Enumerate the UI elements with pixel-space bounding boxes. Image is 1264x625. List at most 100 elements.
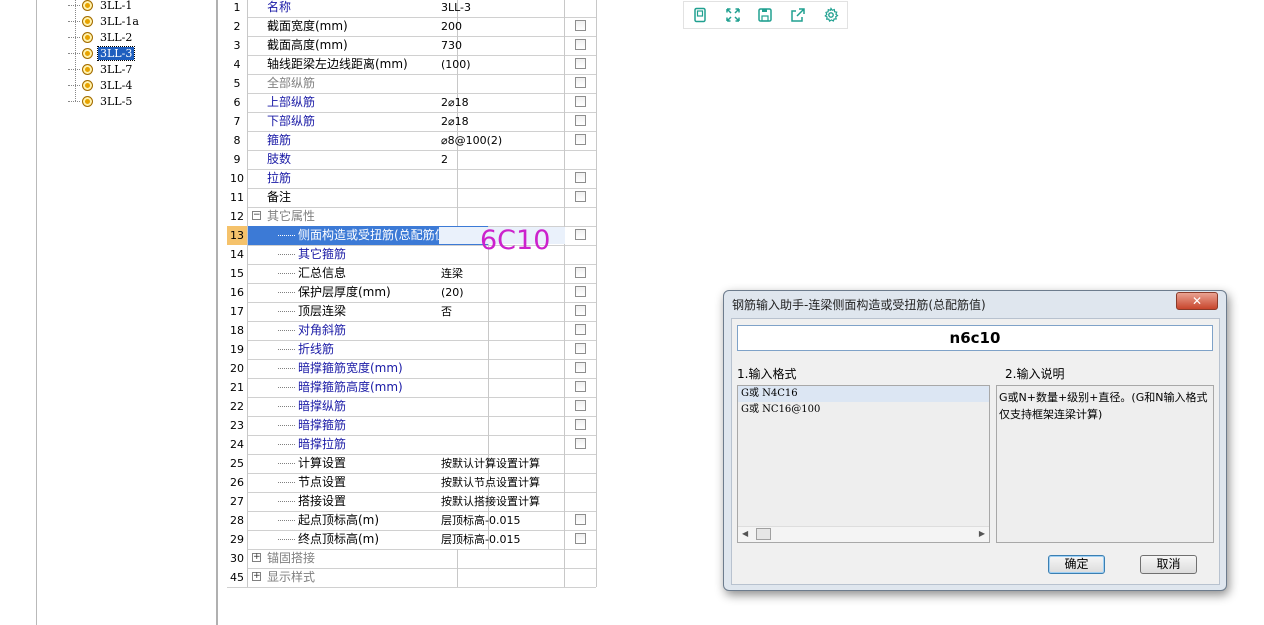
row-checkbox[interactable] bbox=[575, 96, 586, 107]
format-item[interactable]: G或 N4C16 bbox=[738, 386, 989, 402]
tree-item[interactable]: 3LL-1a bbox=[68, 14, 141, 29]
fullscreen-icon[interactable] bbox=[724, 6, 742, 24]
property-row[interactable]: 18 对角斜筋 bbox=[227, 321, 597, 341]
collapse-icon[interactable]: − bbox=[252, 211, 261, 220]
property-value[interactable] bbox=[439, 416, 565, 435]
row-checkbox[interactable] bbox=[575, 229, 586, 240]
property-row[interactable]: 27 搭接设置 按默认搭接设置计算 bbox=[227, 492, 597, 512]
property-value[interactable] bbox=[439, 321, 565, 340]
property-value[interactable]: 3LL-3 bbox=[439, 0, 565, 17]
property-name[interactable]: 上部纵筋 bbox=[248, 93, 458, 112]
share-icon[interactable] bbox=[789, 6, 807, 24]
tree-item[interactable]: 3LL-4 bbox=[68, 78, 134, 93]
property-value[interactable]: 层顶标高-0.015 bbox=[439, 530, 565, 549]
row-checkbox[interactable] bbox=[575, 134, 586, 145]
property-value[interactable] bbox=[439, 397, 565, 416]
property-name[interactable]: 肢数 bbox=[248, 150, 458, 169]
property-name[interactable]: 拉筋 bbox=[248, 169, 458, 188]
property-row[interactable]: 22 暗撑纵筋 bbox=[227, 397, 597, 417]
property-row[interactable]: 28 起点顶标高(m) 层顶标高-0.015 bbox=[227, 511, 597, 531]
tree-item[interactable]: 3LL-2 bbox=[68, 30, 134, 45]
tree-item[interactable]: 3LL-3 bbox=[68, 46, 136, 61]
page-icon[interactable] bbox=[691, 6, 709, 24]
panel-splitter[interactable] bbox=[216, 0, 218, 625]
tree-item[interactable]: 3LL-1 bbox=[68, 0, 134, 13]
property-value[interactable] bbox=[439, 74, 565, 93]
property-row[interactable]: 21 暗撑箍筋高度(mm) bbox=[227, 378, 597, 398]
property-name[interactable]: − 其它属性 bbox=[248, 207, 458, 226]
ok-button[interactable]: 确定 bbox=[1048, 555, 1105, 574]
close-button[interactable]: ✕ bbox=[1176, 292, 1218, 310]
rebar-input-field[interactable]: n6c10 bbox=[737, 325, 1213, 351]
row-checkbox[interactable] bbox=[575, 324, 586, 335]
property-value[interactable]: (100) bbox=[439, 55, 565, 74]
property-row[interactable]: 2 截面宽度(mm) 200 bbox=[227, 17, 597, 37]
property-row[interactable]: 8 箍筋 ⌀8@100(2) bbox=[227, 131, 597, 151]
property-value[interactable]: 730 bbox=[439, 36, 565, 55]
format-item[interactable]: G或 NC16@100 bbox=[738, 402, 989, 418]
property-row[interactable]: 12− 其它属性 bbox=[227, 207, 597, 227]
property-row[interactable]: 15 汇总信息 连梁 bbox=[227, 264, 597, 284]
horizontal-scrollbar[interactable]: ◀ ▶ bbox=[738, 526, 989, 542]
property-row[interactable]: 17 顶层连梁 否 bbox=[227, 302, 597, 322]
property-name[interactable]: 下部纵筋 bbox=[248, 112, 458, 131]
property-value[interactable]: 按默认节点设置计算 bbox=[439, 473, 565, 492]
row-checkbox[interactable] bbox=[575, 20, 586, 31]
property-row[interactable]: 19 折线筋 bbox=[227, 340, 597, 360]
row-checkbox[interactable] bbox=[575, 533, 586, 544]
property-row[interactable]: 45 + 显示样式 bbox=[227, 568, 597, 588]
tree-item[interactable]: 3LL-5 bbox=[68, 94, 134, 109]
property-value[interactable] bbox=[439, 169, 565, 188]
property-value[interactable]: 按默认搭接设置计算 bbox=[439, 492, 565, 511]
row-checkbox[interactable] bbox=[575, 362, 586, 373]
property-value[interactable] bbox=[439, 549, 565, 568]
row-checkbox[interactable] bbox=[575, 286, 586, 297]
settings-icon[interactable] bbox=[822, 6, 840, 24]
property-row[interactable]: 9 肢数 2 bbox=[227, 150, 597, 170]
property-value[interactable]: ⌀8@100(2) bbox=[439, 131, 565, 150]
property-row[interactable]: 1 名称 3LL-3 bbox=[227, 0, 597, 18]
property-name[interactable]: + 锚固搭接 bbox=[248, 549, 458, 568]
expand-icon[interactable]: + bbox=[252, 553, 261, 562]
property-name[interactable]: 全部纵筋 bbox=[248, 74, 458, 93]
property-value[interactable]: 2 bbox=[439, 150, 565, 169]
row-checkbox[interactable] bbox=[575, 400, 586, 411]
row-checkbox[interactable] bbox=[575, 305, 586, 316]
row-checkbox[interactable] bbox=[575, 514, 586, 525]
property-name[interactable]: 截面宽度(mm) bbox=[248, 17, 458, 36]
row-checkbox[interactable] bbox=[575, 191, 586, 202]
property-value[interactable] bbox=[439, 340, 565, 359]
property-row[interactable]: 25 计算设置 按默认计算设置计算 bbox=[227, 454, 597, 474]
property-row[interactable]: 16 保护层厚度(mm) (20) bbox=[227, 283, 597, 303]
property-row[interactable]: 30 + 锚固搭接 bbox=[227, 549, 597, 569]
property-value[interactable]: 200 bbox=[439, 17, 565, 36]
property-value[interactable] bbox=[439, 207, 565, 226]
property-name[interactable]: 截面高度(mm) bbox=[248, 36, 458, 55]
scroll-right-icon[interactable]: ▶ bbox=[979, 529, 985, 538]
property-row[interactable]: 4 轴线距梁左边线距离(mm) (100) bbox=[227, 55, 597, 75]
property-row[interactable]: 20 暗撑箍筋宽度(mm) bbox=[227, 359, 597, 379]
property-row[interactable]: 11 备注 bbox=[227, 188, 597, 208]
property-row[interactable]: 29 终点顶标高(m) 层顶标高-0.015 bbox=[227, 530, 597, 550]
cancel-button[interactable]: 取消 bbox=[1140, 555, 1197, 574]
property-value[interactable]: 2⌀18 bbox=[439, 93, 565, 112]
row-checkbox[interactable] bbox=[575, 267, 586, 278]
property-row[interactable]: 6 上部纵筋 2⌀18 bbox=[227, 93, 597, 113]
property-name[interactable]: + 显示样式 bbox=[248, 568, 458, 587]
property-value[interactable]: 连梁 bbox=[439, 264, 565, 283]
row-checkbox[interactable] bbox=[575, 343, 586, 354]
expand-icon[interactable]: + bbox=[252, 572, 261, 581]
property-row[interactable]: 26 节点设置 按默认节点设置计算 bbox=[227, 473, 597, 493]
property-row[interactable]: 24 暗撑拉筋 bbox=[227, 435, 597, 455]
property-value[interactable]: 否 bbox=[439, 302, 565, 321]
property-name[interactable]: 名称 bbox=[248, 0, 458, 17]
property-value[interactable] bbox=[439, 359, 565, 378]
property-value[interactable] bbox=[439, 378, 565, 397]
scroll-thumb[interactable] bbox=[756, 528, 771, 540]
scroll-left-icon[interactable]: ◀ bbox=[742, 529, 748, 538]
property-row[interactable]: 7 下部纵筋 2⌀18 bbox=[227, 112, 597, 132]
property-row[interactable]: 10 拉筋 bbox=[227, 169, 597, 189]
property-name[interactable]: 轴线距梁左边线距离(mm) bbox=[248, 55, 458, 74]
row-checkbox[interactable] bbox=[575, 58, 586, 69]
row-checkbox[interactable] bbox=[575, 115, 586, 126]
